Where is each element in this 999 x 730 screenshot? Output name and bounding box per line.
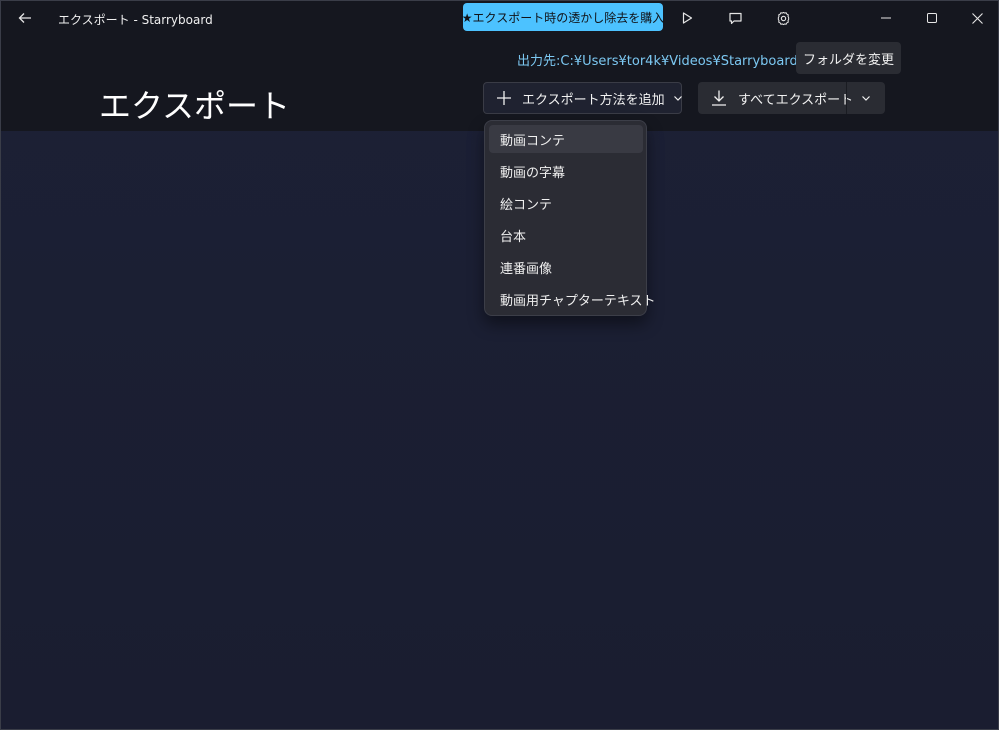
titlebar: エクスポート - Starryboard ★エクスポート時の透かし除去を購入: [1, 1, 998, 35]
minimize-icon: [881, 17, 891, 19]
menu-item-chapter-text[interactable]: 動画用チャプターテキスト: [489, 285, 655, 313]
export-method-menu: 動画コンテ 動画の字幕 絵コンテ 台本 連番画像 動画用チャプターテキスト: [484, 120, 655, 316]
settings-button[interactable]: [769, 5, 797, 31]
chevron-down-icon: [673, 93, 683, 103]
maximize-button[interactable]: [909, 1, 955, 35]
buy-watermark-removal-button[interactable]: ★エクスポート時の透かし除去を購入: [462, 3, 664, 31]
export-all-label: すべてエクスポート: [738, 92, 854, 108]
feedback-icon: [728, 12, 742, 24]
export-options-dropdown-button[interactable]: [847, 82, 885, 114]
maximize-icon: [927, 13, 937, 23]
add-export-method-label: エクスポート方法を追加: [522, 92, 665, 108]
close-icon: [971, 12, 983, 24]
add-export-method-button[interactable]: エクスポート方法を追加: [483, 82, 682, 114]
menu-item-video-subtitles[interactable]: 動画の字幕: [489, 157, 643, 185]
play-button[interactable]: [673, 5, 701, 31]
menu-item-video-storyboard[interactable]: 動画コンテ: [489, 125, 643, 153]
menu-item-storyboard[interactable]: 絵コンテ: [489, 189, 643, 217]
chevron-down-icon: [862, 96, 870, 101]
close-button[interactable]: [955, 1, 998, 35]
page-title: エクスポート: [99, 87, 291, 125]
back-arrow-icon: [18, 13, 31, 23]
menu-item-script[interactable]: 台本: [489, 221, 643, 249]
back-button[interactable]: [9, 5, 41, 31]
play-icon: [682, 12, 693, 24]
export-all-split-button: すべてエクスポート: [698, 82, 885, 114]
change-folder-button[interactable]: フォルダを変更: [796, 42, 901, 74]
gear-icon: [777, 11, 789, 25]
app-title: エクスポート - Starryboard: [58, 13, 213, 27]
menu-item-image-sequence[interactable]: 連番画像: [489, 253, 643, 281]
minimize-button[interactable]: [863, 1, 909, 35]
download-icon: [710, 89, 728, 107]
app-window: エクスポート - Starryboard ★エクスポート時の透かし除去を購入 出…: [0, 0, 999, 730]
export-all-button[interactable]: すべてエクスポート: [698, 82, 853, 114]
output-path-label: 出力先:C:¥Users¥tor4k¥Videos¥Starryboard: [517, 54, 798, 69]
feedback-button[interactable]: [721, 5, 749, 31]
plus-icon: [496, 89, 512, 107]
